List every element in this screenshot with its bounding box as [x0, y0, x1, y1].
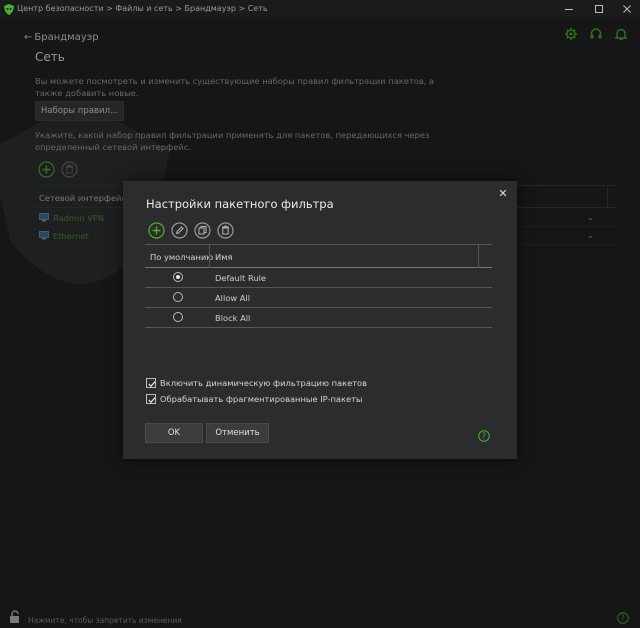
name-column-header[interactable]: Имя — [215, 252, 232, 262]
minimize-icon — [565, 9, 573, 10]
minimize-button[interactable] — [562, 2, 576, 16]
help-icon[interactable]: ? — [478, 430, 490, 442]
default-column-header[interactable]: По умолчанию — [150, 252, 213, 262]
default-rule-radio[interactable] — [173, 312, 183, 322]
rule-name: Default Rule — [215, 273, 267, 283]
column-divider — [209, 245, 210, 268]
close-window-button[interactable] — [620, 2, 634, 16]
fragmented-packets-label[interactable]: Обрабатывать фрагментированные IP-пакеты — [160, 394, 362, 404]
packet-filter-dialog: ✕ Настройки пакетного фильтра По умолчан… — [123, 181, 517, 459]
trash-icon — [217, 222, 234, 239]
dynamic-filtering-label[interactable]: Включить динамическую фильтрацию пакетов — [160, 378, 367, 388]
rule-name: Allow All — [215, 293, 251, 303]
column-divider — [478, 245, 479, 268]
close-icon — [623, 5, 631, 13]
table-row[interactable]: Block All — [145, 308, 492, 328]
svg-text:?: ? — [482, 432, 486, 441]
rules-table: По умолчанию Имя Default Rule Allow All … — [145, 244, 492, 328]
rules-table-header: По умолчанию Имя — [145, 244, 492, 268]
rule-name: Block All — [215, 313, 251, 323]
dialog-close-button[interactable]: ✕ — [497, 188, 509, 200]
default-rule-radio[interactable] — [173, 292, 183, 302]
add-rule-button[interactable] — [148, 222, 165, 239]
add-icon — [148, 222, 165, 239]
default-rule-radio[interactable] — [173, 272, 183, 282]
rule-toolbar — [148, 222, 234, 239]
maximize-button[interactable] — [592, 2, 606, 16]
maximize-icon — [595, 5, 603, 13]
fragmented-packets-option[interactable]: Обрабатывать фрагментированные IP-пакеты — [146, 394, 362, 404]
window-title: Центр безопасности > Файлы и сеть > Бран… — [17, 4, 268, 13]
edit-rule-button[interactable] — [171, 222, 188, 239]
dynamic-filtering-option[interactable]: Включить динамическую фильтрацию пакетов — [146, 378, 367, 388]
edit-icon — [171, 222, 188, 239]
copy-rule-button[interactable] — [194, 222, 211, 239]
checkmark-icon — [148, 397, 156, 404]
ok-button[interactable]: OK — [145, 423, 203, 443]
title-bar: Центр безопасности > Файлы и сеть > Бран… — [0, 0, 640, 18]
table-row[interactable]: Default Rule — [145, 268, 492, 288]
fragmented-packets-checkbox[interactable] — [146, 394, 156, 404]
shield-app-icon — [4, 4, 14, 15]
checkmark-icon — [148, 381, 156, 388]
table-row[interactable]: Allow All — [145, 288, 492, 308]
copy-icon — [194, 222, 211, 239]
delete-rule-button[interactable] — [217, 222, 234, 239]
dialog-title: Настройки пакетного фильтра — [146, 197, 334, 211]
cancel-button[interactable]: Отменить — [206, 423, 269, 443]
dynamic-filtering-checkbox[interactable] — [146, 378, 156, 388]
